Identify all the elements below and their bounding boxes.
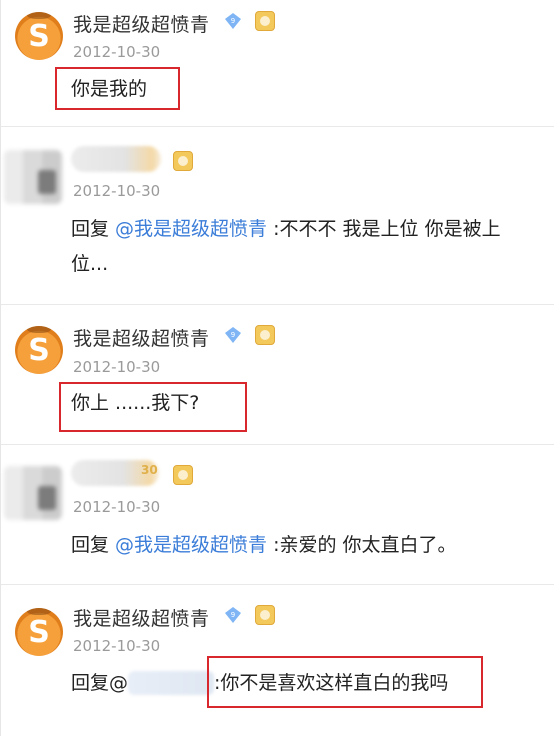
mention-link[interactable] (128, 671, 215, 695)
medal-badge-icon (173, 151, 193, 171)
level-badge: 30 (141, 463, 158, 477)
username[interactable]: 我是超级超愤青 (73, 10, 210, 37)
reply-text: :不不不 我是上位 你是被上 (267, 218, 501, 240)
avatar[interactable] (4, 150, 62, 204)
comment-feed: S 我是超级超愤青 9 2012-10-30 你是我的 2012-10-30 回… (0, 0, 554, 736)
medal-badge-icon (255, 605, 275, 625)
divider (1, 584, 554, 585)
reply-prefix: 回复 (71, 218, 116, 240)
highlight-box (59, 382, 247, 432)
username[interactable] (71, 146, 161, 172)
avatar[interactable] (4, 466, 62, 520)
reply-prefix: 回复 (71, 534, 116, 556)
vip-diamond-icon: 9 (225, 607, 241, 623)
highlight-box (55, 67, 180, 110)
avatar[interactable]: S (15, 12, 63, 60)
divider (1, 444, 554, 445)
svg-text:9: 9 (231, 17, 235, 25)
medal-badge-icon (173, 465, 193, 485)
mention-link[interactable]: @我是超级超愤青 (115, 218, 267, 240)
svg-text:9: 9 (231, 611, 235, 619)
username[interactable]: 我是超级超愤青 (73, 324, 210, 351)
avatar[interactable]: S (15, 326, 63, 374)
post-date: 2012-10-30 (73, 43, 161, 61)
vip-diamond-icon: 9 (225, 13, 241, 29)
vip-diamond-icon: 9 (225, 327, 241, 343)
avatar[interactable]: S (15, 608, 63, 656)
medal-badge-icon (255, 11, 275, 31)
comment-text: 回复 @我是超级超愤青 :不不不 我是上位 你是被上 (71, 212, 501, 246)
divider (1, 126, 554, 127)
username[interactable]: 我是超级超愤青 (73, 604, 210, 631)
reply-prefix: 回复@ (71, 672, 129, 694)
comment-text-continued: 位... (71, 253, 109, 275)
post-date: 2012-10-30 (73, 637, 161, 655)
medal-badge-icon (255, 325, 275, 345)
post-date: 2012-10-30 (73, 498, 161, 516)
comment-text: 回复 @我是超级超愤青 :亲爱的 你太直白了。 (71, 528, 457, 562)
divider (1, 304, 554, 305)
highlight-box (207, 656, 483, 708)
post-date: 2012-10-30 (73, 182, 161, 200)
reply-text: :亲爱的 你太直白了。 (267, 534, 457, 556)
post-date: 2012-10-30 (73, 358, 161, 376)
svg-text:9: 9 (231, 331, 235, 339)
mention-link[interactable]: @我是超级超愤青 (115, 534, 267, 556)
